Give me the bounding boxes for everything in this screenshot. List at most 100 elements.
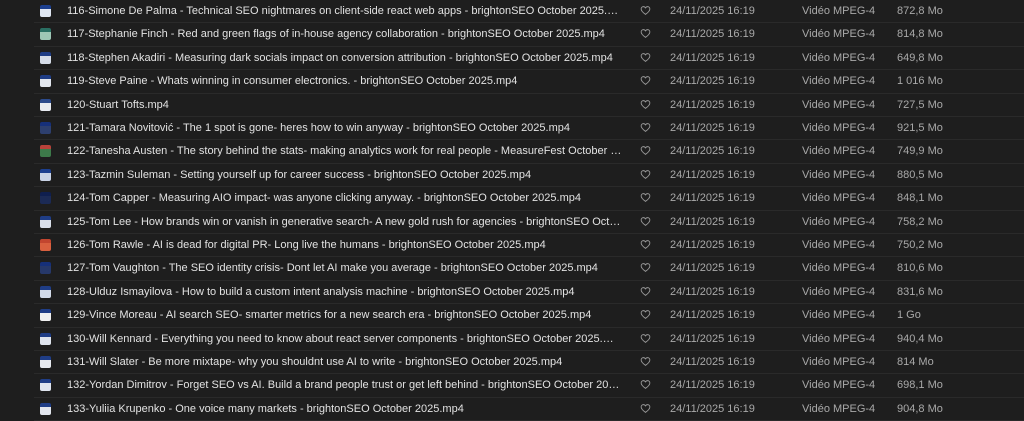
heart-outline-icon[interactable] bbox=[640, 239, 651, 250]
heart-outline-icon[interactable] bbox=[640, 52, 651, 63]
file-kind: Vidéo MPEG-4 bbox=[802, 122, 876, 134]
file-kind: Vidéo MPEG-4 bbox=[802, 262, 876, 275]
file-row[interactable]: 124-Tom Capper - Measuring AIO impact- w… bbox=[0, 187, 1024, 211]
file-row[interactable]: 120-Stuart Tofts.mp4 24/11/2025 16:19 Vi… bbox=[0, 94, 1024, 118]
heart-outline-icon[interactable] bbox=[640, 309, 651, 320]
file-date-modified: 24/11/2025 16:19 bbox=[670, 5, 755, 17]
file-kind: Vidéo MPEG-4 bbox=[802, 75, 876, 88]
video-thumbnail-icon bbox=[40, 379, 51, 392]
file-date-modified: 24/11/2025 16:19 bbox=[670, 309, 755, 322]
video-thumbnail-icon bbox=[40, 402, 51, 415]
heart-outline-icon[interactable] bbox=[640, 379, 651, 390]
file-name: 119-Steve Paine - Whats winning in consu… bbox=[67, 75, 518, 88]
file-name: 127-Tom Vaughton - The SEO identity cris… bbox=[67, 262, 598, 275]
heart-outline-icon[interactable] bbox=[640, 216, 651, 227]
file-row[interactable]: 125-Tom Lee - How brands win or vanish i… bbox=[0, 211, 1024, 235]
heart-outline-icon[interactable] bbox=[640, 28, 651, 39]
file-row[interactable]: 122-Tanesha Austen - The story behind th… bbox=[0, 140, 1024, 165]
file-row[interactable]: 130-Will Kennard - Everything you need t… bbox=[0, 328, 1024, 352]
file-name: 124-Tom Capper - Measuring AIO impact- w… bbox=[67, 192, 581, 205]
file-name: 126-Tom Rawle - AI is dead for digital P… bbox=[67, 239, 546, 251]
file-name: 129-Vince Moreau - AI search SEO- smarte… bbox=[67, 309, 592, 322]
file-size: 749,9 Mo bbox=[897, 145, 943, 158]
file-size: 1 Go bbox=[897, 309, 921, 322]
file-name: 117-Stephanie Finch - Red and green flag… bbox=[67, 28, 605, 41]
file-row[interactable]: 123-Tazmin Suleman - Setting yourself up… bbox=[0, 164, 1024, 188]
file-kind: Vidéo MPEG-4 bbox=[802, 145, 876, 158]
file-name: 131-Will Slater - Be more mixtape- why y… bbox=[67, 356, 563, 368]
file-kind: Vidéo MPEG-4 bbox=[802, 239, 876, 251]
video-thumbnail-icon bbox=[40, 168, 51, 181]
file-kind: Vidéo MPEG-4 bbox=[802, 51, 876, 64]
file-kind: Vidéo MPEG-4 bbox=[802, 28, 876, 41]
file-size: 750,2 Mo bbox=[897, 239, 943, 251]
file-name: 121-Tamara Novitović - The 1 spot is gon… bbox=[67, 122, 570, 134]
file-date-modified: 24/11/2025 16:19 bbox=[670, 285, 755, 298]
video-thumbnail-icon bbox=[40, 239, 51, 251]
file-size: 727,5 Mo bbox=[897, 98, 943, 111]
file-name: 132-Yordan Dimitrov - Forget SEO vs AI. … bbox=[67, 379, 622, 392]
file-row[interactable]: 129-Vince Moreau - AI search SEO- smarte… bbox=[0, 304, 1024, 328]
file-size: 814,8 Mo bbox=[897, 28, 943, 41]
file-date-modified: 24/11/2025 16:19 bbox=[670, 356, 755, 368]
file-size: 848,1 Mo bbox=[897, 192, 943, 205]
file-row[interactable]: 118-Stephen Akadiri - Measuring dark soc… bbox=[0, 47, 1024, 71]
file-size: 810,6 Mo bbox=[897, 262, 943, 275]
file-date-modified: 24/11/2025 16:19 bbox=[670, 192, 755, 205]
file-name: 120-Stuart Tofts.mp4 bbox=[67, 98, 169, 111]
video-thumbnail-icon bbox=[40, 332, 51, 345]
file-name: 122-Tanesha Austen - The story behind th… bbox=[67, 145, 622, 158]
file-name: 128-Ulduz Ismayilova - How to build a cu… bbox=[67, 285, 575, 298]
file-row[interactable]: 116-Simone De Palma - Technical SEO nigh… bbox=[0, 0, 1024, 24]
heart-outline-icon[interactable] bbox=[640, 333, 651, 344]
file-kind: Vidéo MPEG-4 bbox=[802, 98, 876, 111]
file-row[interactable]: 131-Will Slater - Be more mixtape- why y… bbox=[0, 351, 1024, 375]
file-kind: Vidéo MPEG-4 bbox=[802, 168, 876, 181]
video-thumbnail-icon bbox=[40, 145, 51, 158]
heart-outline-icon[interactable] bbox=[640, 192, 651, 203]
file-size: 940,4 Mo bbox=[897, 332, 943, 345]
video-thumbnail-icon bbox=[40, 262, 51, 275]
file-row[interactable]: 132-Yordan Dimitrov - Forget SEO vs AI. … bbox=[0, 374, 1024, 399]
file-row[interactable]: 128-Ulduz Ismayilova - How to build a cu… bbox=[0, 281, 1024, 305]
heart-outline-icon[interactable] bbox=[640, 262, 651, 273]
heart-outline-icon[interactable] bbox=[640, 75, 651, 86]
heart-outline-icon[interactable] bbox=[640, 286, 651, 297]
file-name: 116-Simone De Palma - Technical SEO nigh… bbox=[67, 5, 622, 17]
file-row[interactable]: 121-Tamara Novitović - The 1 spot is gon… bbox=[0, 117, 1024, 141]
file-date-modified: 24/11/2025 16:19 bbox=[670, 402, 755, 415]
file-kind: Vidéo MPEG-4 bbox=[802, 402, 876, 415]
file-row[interactable]: 119-Steve Paine - Whats winning in consu… bbox=[0, 70, 1024, 94]
video-thumbnail-icon bbox=[40, 215, 51, 228]
heart-outline-icon[interactable] bbox=[640, 403, 651, 414]
heart-outline-icon[interactable] bbox=[640, 5, 651, 16]
file-row[interactable]: 127-Tom Vaughton - The SEO identity cris… bbox=[0, 257, 1024, 282]
video-thumbnail-icon bbox=[40, 5, 51, 17]
heart-outline-icon[interactable] bbox=[640, 122, 651, 133]
file-row[interactable]: 126-Tom Rawle - AI is dead for digital P… bbox=[0, 234, 1024, 258]
file-kind: Vidéo MPEG-4 bbox=[802, 5, 876, 17]
video-thumbnail-icon bbox=[40, 356, 51, 368]
file-date-modified: 24/11/2025 16:19 bbox=[670, 75, 755, 88]
file-size: 1 016 Mo bbox=[897, 75, 943, 88]
file-kind: Vidéo MPEG-4 bbox=[802, 309, 876, 322]
file-size: 758,2 Mo bbox=[897, 215, 943, 228]
file-row[interactable]: 117-Stephanie Finch - Red and green flag… bbox=[0, 23, 1024, 48]
heart-outline-icon[interactable] bbox=[640, 356, 651, 367]
video-thumbnail-icon bbox=[40, 98, 51, 111]
file-date-modified: 24/11/2025 16:19 bbox=[670, 379, 755, 392]
file-kind: Vidéo MPEG-4 bbox=[802, 356, 876, 368]
file-date-modified: 24/11/2025 16:19 bbox=[670, 28, 755, 41]
heart-outline-icon[interactable] bbox=[640, 145, 651, 156]
file-row[interactable]: 133-Yuliia Krupenko - One voice many mar… bbox=[0, 398, 1024, 421]
heart-outline-icon[interactable] bbox=[640, 99, 651, 110]
file-name: 118-Stephen Akadiri - Measuring dark soc… bbox=[67, 51, 613, 64]
file-date-modified: 24/11/2025 16:19 bbox=[670, 262, 755, 275]
file-date-modified: 24/11/2025 16:19 bbox=[670, 122, 755, 134]
file-kind: Vidéo MPEG-4 bbox=[802, 215, 876, 228]
file-date-modified: 24/11/2025 16:19 bbox=[670, 239, 755, 251]
heart-outline-icon[interactable] bbox=[640, 169, 651, 180]
video-thumbnail-icon bbox=[40, 51, 51, 64]
file-name: 123-Tazmin Suleman - Setting yourself up… bbox=[67, 168, 532, 181]
file-name: 130-Will Kennard - Everything you need t… bbox=[67, 332, 622, 345]
